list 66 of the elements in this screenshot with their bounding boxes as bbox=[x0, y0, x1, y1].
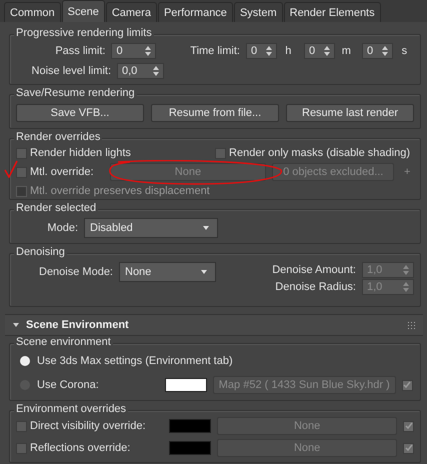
radio-label: Use Corona: bbox=[37, 379, 99, 391]
tab[interactable]: System bbox=[234, 2, 283, 22]
action-button[interactable]: Save VFB... bbox=[16, 104, 144, 122]
unit-label: h bbox=[284, 45, 292, 57]
spinner-arrows-icon bbox=[266, 46, 272, 56]
group-title: Render selected bbox=[14, 202, 98, 214]
group-title: Scene environment bbox=[14, 336, 113, 348]
checkbox-label: Mtl. override: bbox=[30, 166, 94, 178]
radio-button[interactable] bbox=[20, 356, 30, 366]
tab[interactable]: Common bbox=[4, 2, 61, 22]
spinner-arrows-icon bbox=[153, 66, 159, 76]
spinner-field[interactable]: 0 bbox=[246, 43, 277, 59]
checkbox[interactable] bbox=[215, 148, 226, 158]
field-label: Pass limit: bbox=[54, 45, 106, 57]
radio-label: Use 3ds Max settings (Environment tab) bbox=[37, 355, 233, 367]
grip-icon bbox=[408, 322, 415, 328]
group-title: Environment overrides bbox=[14, 403, 128, 415]
checkbox[interactable] bbox=[16, 442, 27, 454]
checkbox-label: Render hidden lights bbox=[30, 147, 131, 159]
action-button[interactable]: Resume last render bbox=[286, 104, 414, 122]
field-label: Denoise Radius: bbox=[275, 281, 356, 293]
action-button[interactable]: Resume from file... bbox=[151, 104, 279, 122]
group-title: Progressive rendering limits bbox=[14, 27, 154, 39]
rollout-header[interactable]: Scene Environment bbox=[5, 314, 423, 336]
color-swatch[interactable] bbox=[169, 419, 212, 433]
field-label: Mode: bbox=[46, 222, 78, 234]
color-swatch[interactable] bbox=[164, 378, 207, 392]
spinner-arrows-icon bbox=[403, 265, 409, 275]
group-title: Save/Resume rendering bbox=[14, 87, 137, 99]
color-swatch[interactable] bbox=[169, 441, 212, 455]
spinner-field[interactable]: 0 bbox=[304, 43, 335, 59]
spinner-arrows-icon bbox=[324, 46, 330, 56]
checkbox[interactable] bbox=[16, 166, 27, 178]
tab[interactable]: Scene bbox=[62, 0, 105, 22]
checkbox[interactable] bbox=[16, 148, 27, 158]
spinner-field[interactable]: 0 bbox=[362, 43, 393, 59]
unit-label: s bbox=[400, 45, 408, 57]
spinner-arrows-icon bbox=[382, 46, 388, 56]
caret-icon bbox=[203, 226, 209, 230]
collapse-arrow-icon bbox=[13, 322, 19, 328]
checkbox-label: Mtl. override preserves displacement bbox=[30, 185, 210, 197]
spinner-field[interactable]: 0 bbox=[111, 43, 156, 59]
field-label: Denoise Amount: bbox=[272, 264, 356, 276]
spinner-arrows-icon bbox=[403, 282, 409, 292]
checkbox-label: Reflections override: bbox=[30, 442, 130, 454]
field-label: Noise level limit: bbox=[30, 65, 111, 77]
denoise-mode-dropdown[interactable]: None bbox=[119, 262, 216, 282]
checkbox[interactable] bbox=[16, 420, 27, 432]
unit-label: m bbox=[340, 45, 352, 57]
checkbox-label: Direct visibility override: bbox=[30, 420, 146, 432]
field-label: Denoise Mode: bbox=[38, 266, 113, 278]
mode-dropdown[interactable]: Disabled bbox=[84, 218, 218, 238]
group-title: Render overrides bbox=[14, 131, 102, 143]
check-mark-drawing bbox=[4, 160, 18, 178]
spinner-arrows-icon bbox=[145, 46, 152, 56]
spinner-field[interactable]: 0,0 bbox=[117, 63, 164, 79]
tab[interactable]: Render Elements bbox=[284, 2, 381, 22]
field-label: Time limit: bbox=[190, 45, 240, 57]
group-title: Denoising bbox=[14, 246, 67, 258]
checkbox[interactable] bbox=[402, 380, 413, 390]
tab[interactable]: Camera bbox=[106, 2, 157, 22]
tab[interactable]: Performance bbox=[158, 2, 233, 22]
checkbox-label: Render only masks (disable shading) bbox=[229, 147, 410, 159]
checkbox[interactable] bbox=[403, 442, 414, 454]
checkbox[interactable] bbox=[403, 420, 414, 432]
caret-icon bbox=[201, 270, 207, 274]
